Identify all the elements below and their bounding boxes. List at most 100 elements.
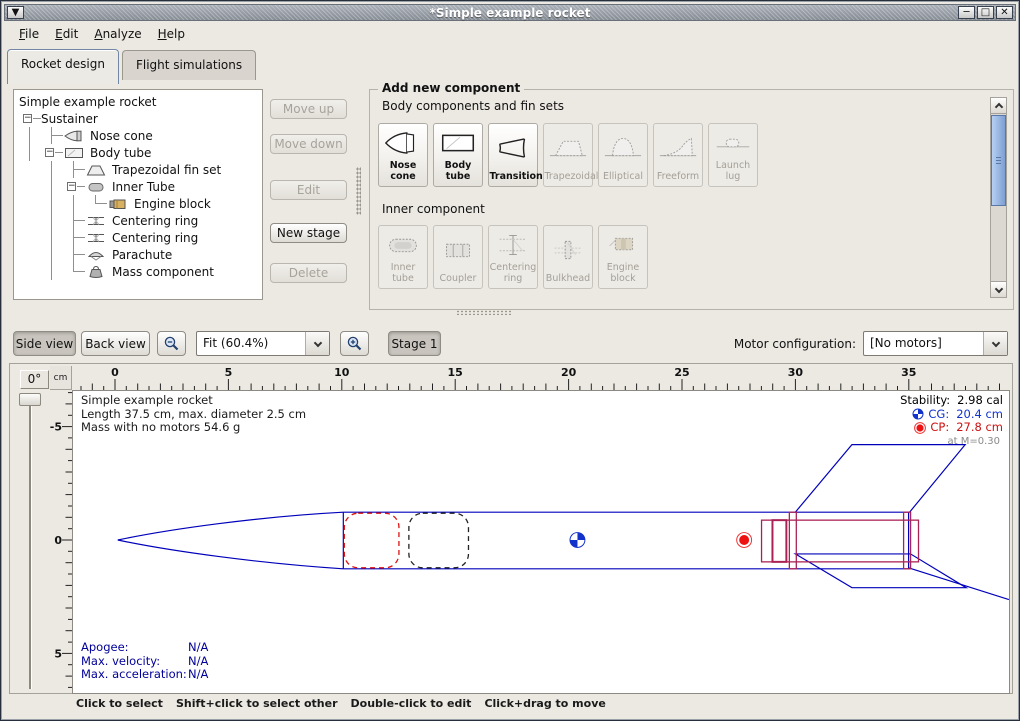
title-bar[interactable]: ▼ *Simple example rocket ─□✕: [4, 4, 1016, 21]
menu-help[interactable]: Help: [150, 24, 193, 44]
tree-guide: [41, 229, 63, 246]
coupler-btn-icon: [434, 226, 482, 274]
delete-button[interactable]: Delete: [270, 263, 347, 283]
add-coupler-button[interactable]: Coupler: [433, 225, 483, 289]
rotation-angle-value: 0°: [20, 370, 49, 389]
stage-1-toggle[interactable]: Stage 1: [388, 331, 441, 356]
collapse-icon[interactable]: −: [67, 182, 76, 191]
tree-row-centering-ring[interactable]: Centering ring: [16, 229, 260, 246]
zoom-select[interactable]: Fit (60.4%): [196, 331, 330, 356]
vertical-splitter-grip[interactable]: [356, 167, 361, 215]
cg-value: 20.4 cm: [956, 408, 1003, 422]
svg-text:20: 20: [561, 366, 577, 379]
move-up-button[interactable]: Move up: [270, 99, 347, 119]
tree-row-sustainer[interactable]: −Sustainer: [16, 110, 260, 127]
new-stage-button[interactable]: New stage: [270, 223, 347, 243]
component-button-label: Body tube: [435, 161, 482, 183]
zoom-out-icon[interactable]: [157, 331, 186, 356]
scrollbar-thumb[interactable]: [991, 115, 1006, 206]
body-tube-btn-icon: [434, 124, 482, 161]
component-button-label: Launch lug: [710, 161, 757, 183]
tree-handle[interactable]: −: [41, 144, 63, 161]
window-menu-icon[interactable]: ▼: [7, 6, 24, 19]
rotation-slider[interactable]: [29, 406, 31, 689]
add-freeform-button[interactable]: Freeform: [653, 123, 703, 187]
maximize-button[interactable]: □: [977, 6, 994, 19]
component-button-label: Trapezoidal: [545, 172, 592, 183]
chevron-down-icon[interactable]: [305, 332, 329, 355]
application-window: ▼ *Simple example rocket ─□✕ FileEditAna…: [0, 0, 1020, 721]
back-view-button[interactable]: Back view: [81, 331, 150, 356]
tree-row-inner-tube[interactable]: −Inner Tube: [16, 178, 260, 195]
edit-button[interactable]: Edit: [270, 180, 347, 200]
collapse-icon[interactable]: −: [45, 148, 54, 157]
tree-row-mass-component[interactable]: Mass component: [16, 263, 260, 280]
component-scrollbar[interactable]: [990, 97, 1007, 298]
add-trapezoidal-button[interactable]: Trapezoidal: [543, 123, 593, 187]
svg-text:5: 5: [54, 647, 62, 660]
menu-analyze[interactable]: Analyze: [86, 24, 149, 44]
tree-handle[interactable]: −: [63, 178, 85, 195]
add-engine-block-button[interactable]: Engine block: [598, 225, 648, 289]
horizontal-splitter-grip[interactable]: [456, 310, 512, 315]
tab-rocket-design[interactable]: Rocket design: [7, 49, 119, 84]
minimize-button[interactable]: ─: [958, 6, 975, 19]
tree-row-engine-block[interactable]: Engine block: [16, 195, 260, 212]
cg-icon: [912, 408, 924, 420]
tree-item-label: Engine block: [134, 197, 211, 211]
tree-row-trapezoidal-fin-set[interactable]: Trapezoidal fin set: [16, 161, 260, 178]
scroll-up-icon[interactable]: [991, 98, 1006, 114]
tree-guide: [41, 178, 63, 195]
add-inner-tube-button[interactable]: Inner tube: [378, 225, 428, 289]
bulkhead-btn-icon: [544, 226, 592, 274]
add-launch-lug-button[interactable]: Launch lug: [708, 123, 758, 187]
tree-guide: [63, 195, 85, 212]
tree-guide: [41, 263, 63, 280]
menu-edit[interactable]: Edit: [47, 24, 86, 44]
tree-row-nose-cone[interactable]: Nose cone: [16, 127, 260, 144]
side-view-button[interactable]: Side view: [13, 331, 76, 356]
tree-row-body-tube[interactable]: −Body tube: [16, 144, 260, 161]
tree-row-centering-ring[interactable]: Centering ring: [16, 212, 260, 229]
group-title: Add new component: [378, 81, 524, 95]
add-elliptical-button[interactable]: Elliptical: [598, 123, 648, 187]
add-nose-cone-button[interactable]: Nose cone: [378, 123, 428, 187]
collapse-icon[interactable]: −: [23, 114, 32, 123]
rocket-canvas[interactable]: Simple example rocket Length 37.5 cm, ma…: [72, 390, 1010, 694]
tree-handle[interactable]: −: [19, 110, 41, 127]
menu-bar: FileEditAnalyzeHelp: [5, 22, 1015, 45]
flight-stat-row: Max. acceleration:N/A: [81, 668, 208, 682]
chevron-down-icon[interactable]: [983, 332, 1007, 355]
tree-item-label: Centering ring: [112, 231, 198, 245]
component-button-label: Bulkhead: [545, 274, 592, 285]
add-body-tube-button[interactable]: Body tube: [433, 123, 483, 187]
parachute-outline: [344, 513, 399, 568]
move-down-button[interactable]: Move down: [270, 134, 347, 154]
cp-icon: [914, 422, 926, 434]
component-button-label: Transition: [490, 172, 537, 183]
fin-icon: [85, 163, 109, 177]
rotation-slider-handle[interactable]: [19, 393, 41, 406]
component-button-label: Freeform: [655, 172, 702, 183]
add-bulkhead-button[interactable]: Bulkhead: [543, 225, 593, 289]
add-centering-ring-button[interactable]: Centering ring: [488, 225, 538, 289]
cg-marker: [570, 533, 585, 548]
inner-tube-btn-icon: [379, 226, 427, 263]
tree-row-simple-example-rocket[interactable]: Simple example rocket: [16, 93, 260, 110]
zoom-in-icon[interactable]: [340, 331, 369, 356]
tree-guide: [85, 195, 107, 212]
hint-3: Click+drag to move: [484, 697, 605, 710]
tree-item-label: Trapezoidal fin set: [112, 163, 221, 177]
centering-ring-btn-icon: [489, 226, 537, 263]
tab-flight-simulations[interactable]: Flight simulations: [122, 50, 256, 80]
component-button-label: Inner tube: [380, 263, 427, 285]
motor-configuration-select[interactable]: [No motors]: [863, 331, 1008, 356]
component-tree[interactable]: Simple example rocket−SustainerNose cone…: [13, 89, 263, 300]
transition-btn-icon: [489, 124, 537, 172]
scroll-down-icon[interactable]: [991, 281, 1006, 297]
menu-file[interactable]: File: [11, 24, 47, 44]
close-button[interactable]: ✕: [996, 6, 1013, 19]
tab-label: Rocket design: [21, 57, 105, 71]
add-transition-button[interactable]: Transition: [488, 123, 538, 187]
tree-row-parachute[interactable]: Parachute: [16, 246, 260, 263]
